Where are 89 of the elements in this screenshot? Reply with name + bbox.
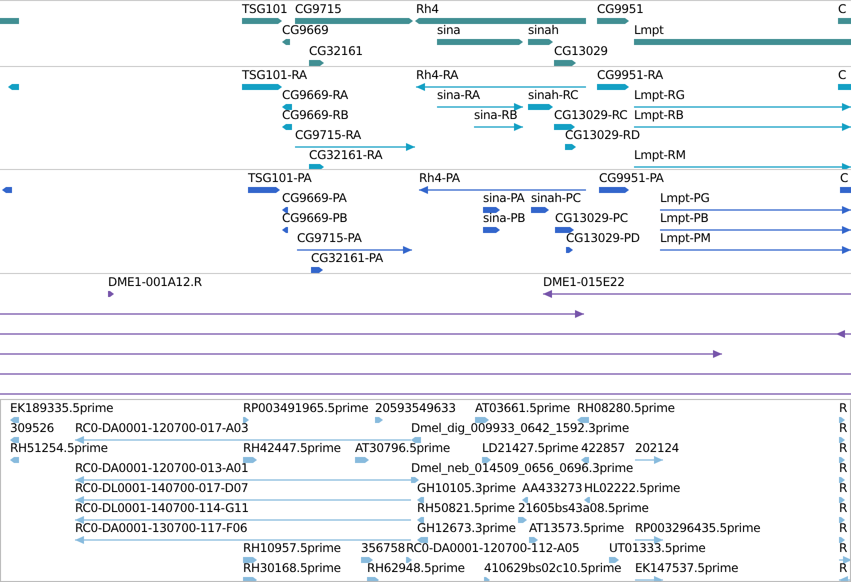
feature-label[interactable]: 20593549633 <box>375 401 456 416</box>
feature-label[interactable]: CG13029-PC <box>555 210 628 225</box>
feature-label[interactable]: CG9715 <box>295 2 342 16</box>
feature-label[interactable]: sinah-RC <box>528 88 578 102</box>
feature-label[interactable]: RC0-DA0001-130700-117-F06 <box>75 521 248 536</box>
feature-label[interactable]: R <box>839 481 848 496</box>
feature-label[interactable]: AT13573.5prime <box>529 521 624 536</box>
feature-label[interactable]: Lmpt-PM <box>660 230 711 245</box>
feature-label[interactable]: sina-RB <box>474 108 518 122</box>
feature-label[interactable]: RH42447.5prime <box>243 441 341 456</box>
feature-label[interactable]: RC0-DA0001-120700-112-A05 <box>406 541 580 556</box>
feature-label[interactable]: Dmel_neb_014509_0656_0696.3prime <box>411 461 633 476</box>
feature-label[interactable]: Lmpt <box>634 23 664 37</box>
feature-label[interactable]: CG9951 <box>597 2 644 16</box>
feature-label[interactable]: RC0-DL0001-140700-017-D07 <box>75 481 248 496</box>
feature-label[interactable]: Lmpt-RM <box>634 148 686 162</box>
feature-label[interactable]: Rh4 <box>416 2 439 16</box>
feature-label[interactable]: TSG101-RA <box>242 68 307 82</box>
feature-label[interactable]: CG32161-RA <box>309 148 382 162</box>
feature-label[interactable]: RC0-DA0001-120700-013-A01 <box>75 461 248 476</box>
feature-label[interactable]: R <box>839 421 848 436</box>
feature-label[interactable]: R <box>839 441 848 456</box>
feature-label[interactable]: CG9669 <box>282 23 328 37</box>
feature-label[interactable]: RH10957.5prime <box>243 541 341 556</box>
feature-label[interactable]: sinah <box>528 23 559 37</box>
feature-label[interactable]: CG32161-PA <box>311 250 383 265</box>
feature-label[interactable]: sina-PA <box>483 190 524 205</box>
feature-label[interactable]: EK147537.5prime <box>635 561 738 576</box>
feature-label[interactable]: CG9715-PA <box>297 230 362 245</box>
feature-label[interactable]: sina <box>437 23 460 37</box>
feature-label[interactable]: CG9951-RA <box>597 68 663 82</box>
feature-label[interactable]: Rh4-RA <box>416 68 458 82</box>
feature-label[interactable]: DME1-015E22 <box>543 274 625 289</box>
feature-label[interactable]: 422857 <box>581 441 626 456</box>
feature-label[interactable]: Rh4-PA <box>419 170 460 185</box>
feature-label[interactable]: sina-RA <box>437 88 480 102</box>
feature-label[interactable]: CG13029 <box>554 44 608 58</box>
feature-label[interactable]: R <box>839 401 848 416</box>
feature-label[interactable]: RH08280.5prime <box>577 401 675 416</box>
feature-label[interactable]: AT03661.5prime <box>475 401 570 416</box>
feature-label[interactable]: R <box>839 501 848 516</box>
feature-label[interactable]: TSG101-PA <box>248 170 312 185</box>
feature-label[interactable]: RP003296435.5prime <box>635 521 760 536</box>
feature-label[interactable]: CG13029-RC <box>554 108 628 122</box>
feature-label[interactable]: EK189335.5prime <box>10 401 114 416</box>
feature-label[interactable]: C <box>838 68 846 82</box>
feature-label[interactable]: Lmpt-RB <box>634 108 684 122</box>
feature-label[interactable]: CG32161 <box>309 44 363 58</box>
feature-label[interactable]: R <box>839 541 848 556</box>
feature-label[interactable]: AA433273 <box>522 481 582 496</box>
feature-label[interactable]: HL02222.5prime <box>584 481 680 496</box>
feature-label[interactable]: TSG101 <box>242 2 288 16</box>
feature-label[interactable]: CG13029-RD <box>565 128 640 142</box>
feature-label[interactable]: GH10105.3prime <box>417 481 516 496</box>
feature-label[interactable]: AT30796.5prime <box>355 441 450 456</box>
feature-label[interactable]: CG9951-PA <box>599 170 664 185</box>
feature-label[interactable]: CG13029-PD <box>566 230 640 245</box>
feature-label[interactable]: 356758 <box>361 541 406 556</box>
feature-label[interactable]: DME1-001A12.R <box>108 274 202 289</box>
feature-label[interactable]: CG9669-RB <box>282 108 348 122</box>
feature-label[interactable]: CG9669-PB <box>282 210 348 225</box>
feature-label[interactable]: RH62948.5prime <box>367 561 465 576</box>
feature-label[interactable]: Lmpt-PG <box>660 190 710 205</box>
feature-label[interactable]: R <box>839 461 848 476</box>
feature-label[interactable]: Lmpt-PB <box>660 210 708 225</box>
feature-label[interactable]: R <box>839 521 848 536</box>
feature-label[interactable]: 309526 <box>10 421 54 436</box>
feature-label[interactable]: RC0-DL0001-140700-114-G11 <box>75 501 249 516</box>
feature-label[interactable]: LD21427.5prime <box>482 441 578 456</box>
feature-label[interactable]: R <box>839 561 848 576</box>
feature-label[interactable]: Dmel_dig_009933_0642_1592.3prime <box>411 421 629 436</box>
feature-label[interactable]: 202124 <box>635 441 680 456</box>
feature-label[interactable]: UT01333.5prime <box>609 541 706 556</box>
feature-label[interactable]: RH30168.5prime <box>243 561 341 576</box>
feature-label[interactable]: RC0-DA0001-120700-017-A03 <box>75 421 248 436</box>
feature-label[interactable]: C <box>838 2 846 16</box>
feature-label[interactable]: sina-PB <box>483 210 526 225</box>
feature-label[interactable]: sinah-PC <box>531 190 581 205</box>
feature-label[interactable]: CG9715-RA <box>295 128 361 142</box>
feature-label[interactable]: GH12673.3prime <box>417 521 516 536</box>
feature-label[interactable]: CG9669-RA <box>282 88 348 102</box>
feature-label[interactable]: RP003491965.5prime <box>243 401 368 416</box>
feature-label[interactable]: RH50821.5prime <box>417 501 515 516</box>
feature-label[interactable]: C <box>840 170 848 185</box>
feature-label[interactable]: CG9669-PA <box>282 190 347 205</box>
feature-label[interactable]: RH51254.5prime <box>10 441 108 456</box>
feature-label[interactable]: 21605bs43a08.5prime <box>518 501 649 516</box>
feature-label[interactable]: 410629bs02c10.5prime <box>484 561 622 576</box>
feature-label[interactable]: Lmpt-RG <box>634 88 685 102</box>
